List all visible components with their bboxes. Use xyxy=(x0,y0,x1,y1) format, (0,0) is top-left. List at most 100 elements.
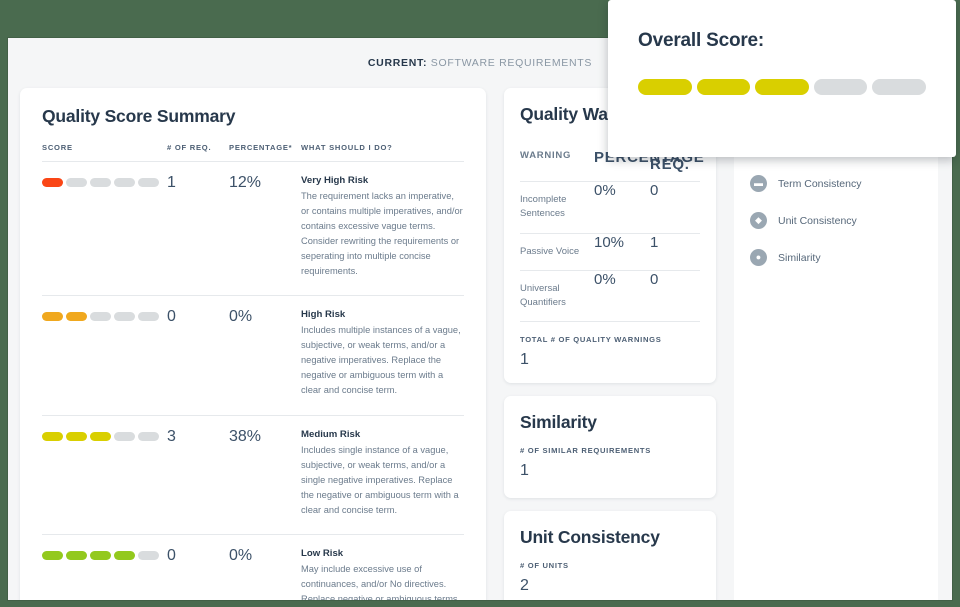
requirement-count: 0 xyxy=(167,295,229,416)
middle-column: Quality Warnings WARNING PERCENTAGE # OF… xyxy=(504,88,716,600)
overall-score-segment xyxy=(813,79,868,95)
score-bar-cell xyxy=(42,415,167,535)
score-segment xyxy=(66,550,87,560)
score-segment xyxy=(90,312,111,322)
sidebar-item-label: Term Consistency xyxy=(778,177,862,190)
score-segment xyxy=(138,550,159,560)
quality-score-summary-title: Quality Score Summary xyxy=(42,106,236,126)
column-header-num-req: # OF REQ. xyxy=(167,143,229,162)
breadcrumb-current-label: CURRENT: xyxy=(367,57,428,69)
risk-description: May include excessive use of continuance… xyxy=(301,563,458,600)
quality-warnings-table: WARNING PERCENTAGE # OF REQ. Incomplete … xyxy=(520,141,704,323)
score-segment xyxy=(114,178,135,187)
unit-consistency-metric-label: # OF UNITS xyxy=(520,561,569,571)
percentage-value: 0% xyxy=(229,295,301,416)
risk-description: Includes multiple instances of a vague, … xyxy=(301,325,461,396)
column-header-score: SCORE xyxy=(42,143,167,162)
overall-score-segment xyxy=(872,79,926,95)
percentage-value: 38% xyxy=(229,415,301,535)
score-segment-bar xyxy=(42,309,167,322)
score-segment-bar xyxy=(42,548,167,560)
table-row: 0 0% High Risk Includes multiple instances … xyxy=(42,295,464,416)
left-column: Quality Score Summary SCORE # OF REQ. PE… xyxy=(20,88,486,600)
risk-description: Includes single instance of a vague, sub… xyxy=(301,444,459,515)
breadcrumb-document-name: SOFTWARE REQUIREMENTS xyxy=(430,57,593,69)
filter-sidebar: Show All▲Quality Analysis▬Term Consisten… xyxy=(734,88,938,600)
unit-consistency-card: Unit Consistency # OF UNITS 2 xyxy=(504,511,716,600)
score-segment xyxy=(114,312,135,322)
quality-warnings-rows: Incomplete Sentences 0% 0 Passive Voice 10% 1… xyxy=(520,181,700,323)
unit-consistency-title: Unit Consistency xyxy=(520,527,660,548)
sidebar-item-unit-consistency[interactable]: ◆ Unit Consistency xyxy=(734,202,938,239)
requirement-count: 0 xyxy=(167,534,229,600)
score-segment xyxy=(42,312,63,322)
score-segment-bar xyxy=(42,175,167,187)
risk-advice-cell: Very High Risk The requirement lacks an i… xyxy=(301,161,464,297)
content-area: Quality Score Summary SCORE # OF REQ. PE… xyxy=(8,88,952,600)
overall-score-segment xyxy=(638,79,692,95)
overall-score-title: Overall Score: xyxy=(638,30,765,51)
similarity-card: Similarity # OF SIMILAR REQUIREMENTS 1 xyxy=(504,396,716,499)
risk-advice-cell: Medium Risk Includes single instance of a… xyxy=(301,415,464,535)
warning-name: Incomplete Sentences xyxy=(520,181,594,234)
warning-name: Passive Voice xyxy=(520,233,594,271)
similarity-metric-value: 1 xyxy=(520,462,529,480)
percentage-value: 12% xyxy=(229,161,301,297)
total-warnings-value: 1 xyxy=(520,351,529,369)
warning-count: 0 xyxy=(650,181,700,234)
requirement-count: 3 xyxy=(167,415,229,535)
overall-score-segment xyxy=(696,79,751,95)
score-segment xyxy=(138,178,159,187)
table-header-row: SCORE # OF REQ. PERCENTAGE* WHAT SHOULD … xyxy=(42,143,464,162)
score-segment xyxy=(138,312,159,322)
sidebar-item-label: Similarity xyxy=(778,251,821,264)
sidebar-item-term-consistency[interactable]: ▬ Term Consistency xyxy=(734,165,938,202)
score-segment xyxy=(66,178,87,187)
warning-name: Universal Quantifiers xyxy=(520,270,594,323)
breadcrumb: CURRENT: SOFTWARE REQUIREMENTS xyxy=(368,57,592,69)
score-bar-cell xyxy=(42,295,167,416)
quality-score-rows: 1 12% Very High Risk The requirement lacks … xyxy=(42,161,464,600)
column-header-what-should-i-do: WHAT SHOULD I DO? xyxy=(301,143,464,162)
warning-percentage: 10% xyxy=(594,233,650,271)
score-bar-cell xyxy=(42,534,167,600)
warning-count: 1 xyxy=(650,233,700,271)
compare-icon: ● xyxy=(750,249,767,266)
score-segment-bar xyxy=(42,429,167,441)
unit-consistency-metric-value: 2 xyxy=(520,577,529,595)
column-header-percentage: PERCENTAGE* xyxy=(229,143,301,162)
score-segment xyxy=(114,431,135,441)
risk-advice-cell: Low Risk May include excessive use of con… xyxy=(301,534,464,600)
risk-title: High Risk xyxy=(301,309,346,321)
score-segment xyxy=(66,431,87,441)
table-row: Passive Voice 10% 1 xyxy=(520,233,700,271)
score-segment xyxy=(138,431,159,441)
similarity-metric-label: # OF SIMILAR REQUIREMENTS xyxy=(520,446,651,456)
risk-advice-cell: High Risk Includes multiple instances of … xyxy=(301,295,464,416)
score-segment xyxy=(42,178,63,187)
table-row: 0 0% Low Risk May include excessive use of … xyxy=(42,534,464,600)
warning-percentage: 0% xyxy=(594,181,650,234)
column-header-warning: WARNING xyxy=(520,141,594,182)
risk-description: The requirement lacks an imperative, or … xyxy=(301,191,463,277)
overall-score-popup: Overall Score: xyxy=(608,0,956,157)
score-segment xyxy=(90,178,111,187)
similarity-title: Similarity xyxy=(520,412,597,433)
overall-score-segment xyxy=(755,79,809,95)
warning-percentage: 0% xyxy=(594,270,650,323)
score-segment xyxy=(66,312,87,322)
score-bar-cell xyxy=(42,161,167,297)
quality-score-summary-card: Quality Score Summary SCORE # OF REQ. PE… xyxy=(20,88,486,600)
risk-title: Low Risk xyxy=(301,547,344,559)
sidebar-item-label: Unit Consistency xyxy=(778,214,857,227)
total-warnings-label: TOTAL # OF QUALITY WARNINGS xyxy=(520,335,662,345)
document-icon: ▬ xyxy=(750,175,767,192)
score-segment xyxy=(42,550,63,560)
percentage-value: 0% xyxy=(229,534,301,600)
warning-count: 0 xyxy=(650,270,700,323)
score-segment xyxy=(90,550,111,560)
risk-title: Very High Risk xyxy=(301,175,369,186)
table-row: 3 38% Medium Risk Includes single instance … xyxy=(42,415,464,535)
sidebar-item-similarity[interactable]: ● Similarity xyxy=(734,239,938,276)
table-row: Incomplete Sentences 0% 0 xyxy=(520,181,700,234)
